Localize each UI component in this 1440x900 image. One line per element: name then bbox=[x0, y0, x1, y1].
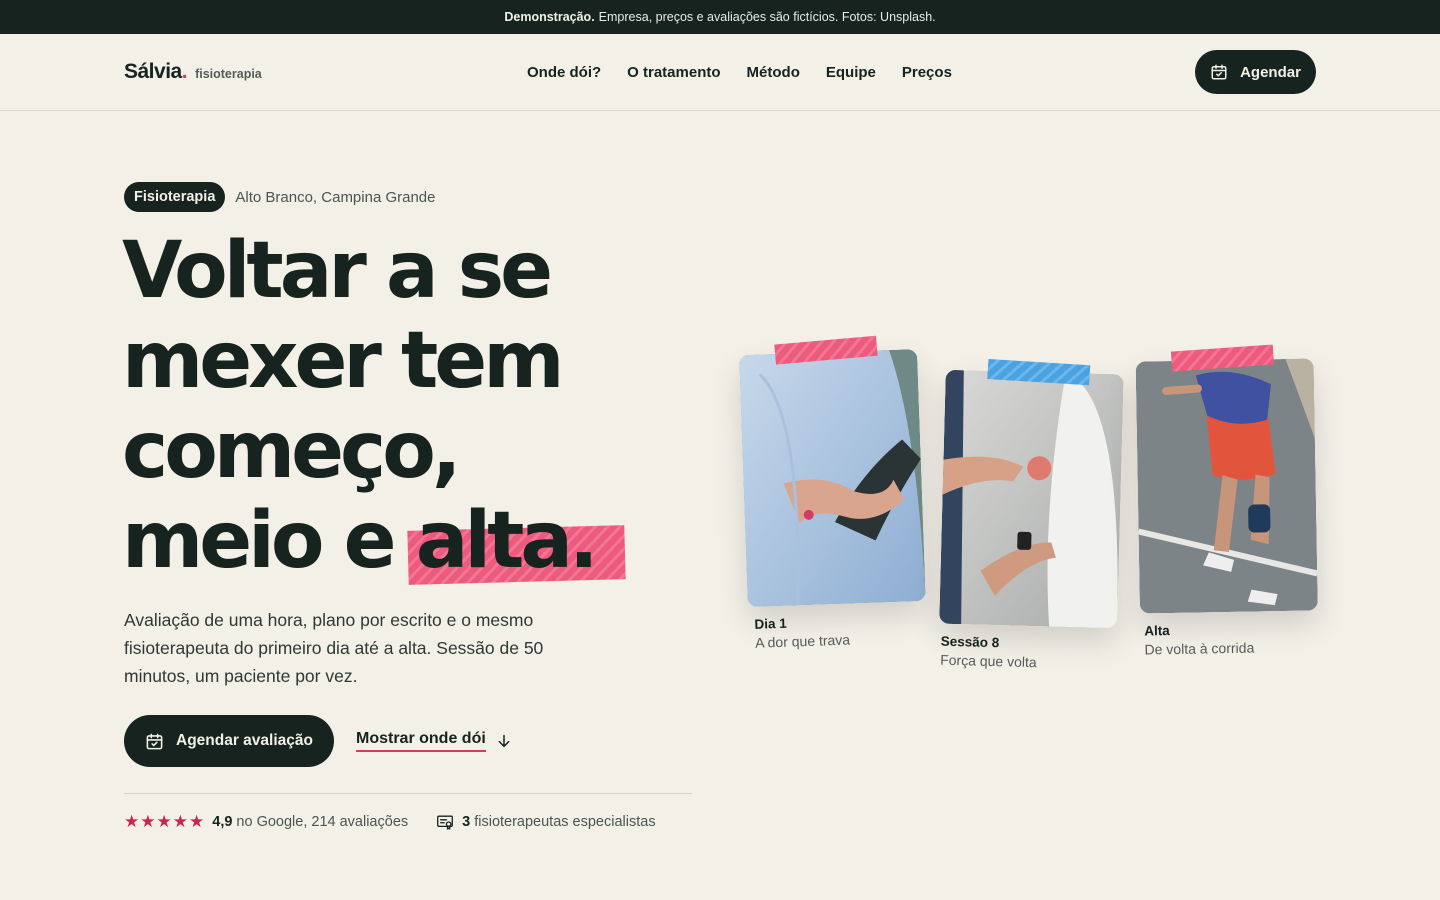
nav-precos[interactable]: Preços bbox=[902, 64, 952, 81]
hero-tag-row: Fisioterapia Alto Branco, Campina Grande bbox=[124, 182, 436, 212]
team-count-text: fisioterapeutas especialistas bbox=[474, 814, 656, 830]
brand-subtitle: fisioterapia bbox=[195, 67, 262, 81]
brand-name: Sálvia. bbox=[124, 60, 188, 83]
nav-metodo[interactable]: Método bbox=[747, 64, 800, 81]
photo-hand-therapy bbox=[939, 369, 1124, 629]
arrow-down-icon bbox=[498, 734, 510, 748]
certificate-icon bbox=[437, 815, 454, 830]
divider bbox=[124, 793, 692, 794]
photo-card-discharge: Alta De volta à corrida bbox=[1135, 344, 1318, 658]
brand-logo[interactable]: Sálvia. fisioterapia bbox=[124, 60, 262, 84]
nav-equipe[interactable]: Equipe bbox=[826, 64, 876, 81]
nav-onde-doi[interactable]: Onde dói? bbox=[527, 64, 601, 81]
show-pain-label: Mostrar onde dói bbox=[356, 730, 486, 752]
card-subtitle: Força que volta bbox=[939, 651, 1037, 671]
card-subtitle: A dor que trava bbox=[754, 631, 851, 651]
hero-title-highlight: alta. bbox=[415, 496, 599, 586]
star-rating-icon: ★ ★ ★ ★ ★ bbox=[124, 812, 205, 831]
nav-tratamento[interactable]: O tratamento bbox=[627, 64, 720, 81]
card-title: Sessão 8 bbox=[940, 633, 1000, 651]
card-title: Dia 1 bbox=[754, 615, 788, 632]
schedule-evaluation-label: Agendar avaliação bbox=[176, 732, 313, 749]
calendar-check-icon bbox=[146, 733, 163, 749]
card-subtitle: De volta à corrida bbox=[1144, 639, 1255, 658]
rating-text: no Google, 214 avaliações bbox=[236, 814, 409, 830]
calendar-check-icon bbox=[1211, 64, 1227, 80]
specialty-badge: Fisioterapia bbox=[124, 182, 226, 212]
header-schedule-button[interactable]: Agendar bbox=[1195, 50, 1316, 94]
hero-lead: Avaliação de uma hora, plano por escrito… bbox=[124, 610, 544, 686]
team-count: 3 fisioterapeutas especialistas bbox=[436, 814, 656, 830]
card-title: Alta bbox=[1144, 623, 1170, 639]
location-text: Alto Branco, Campina Grande bbox=[235, 188, 436, 206]
announcement-text: Empresa, preços e avaliações são fictíci… bbox=[598, 10, 936, 24]
photo-card-session8: Sessão 8 Força que volta bbox=[938, 359, 1124, 673]
schedule-evaluation-button[interactable]: Agendar avaliação bbox=[124, 715, 334, 767]
site-header: Sálvia. fisioterapia Onde dói? O tratame… bbox=[0, 34, 1440, 111]
photo-runner bbox=[1135, 358, 1318, 614]
announcement-bar: Demonstração. Empresa, preços e avaliaçõ… bbox=[0, 0, 1440, 34]
header-schedule-label: Agendar bbox=[1240, 63, 1301, 81]
team-count-value: 3 bbox=[462, 814, 471, 830]
social-proof: ★ ★ ★ ★ ★ 4,9 no Google, 214 avaliações 3 fis… bbox=[124, 812, 656, 832]
photo-card-day1: Dia 1 A dor que trava bbox=[739, 335, 928, 651]
photo-shoulder-pain bbox=[739, 348, 926, 608]
announcement-bold: Demonstração. bbox=[504, 10, 595, 24]
main-nav: Onde dói? O tratamento Método Equipe Pre… bbox=[527, 34, 952, 111]
rating-value: 4,9 bbox=[212, 814, 233, 830]
hero-title: Voltar a se mexer tem começo, meio e alt… bbox=[122, 226, 642, 586]
show-pain-link[interactable]: Mostrar onde dói bbox=[356, 730, 512, 752]
